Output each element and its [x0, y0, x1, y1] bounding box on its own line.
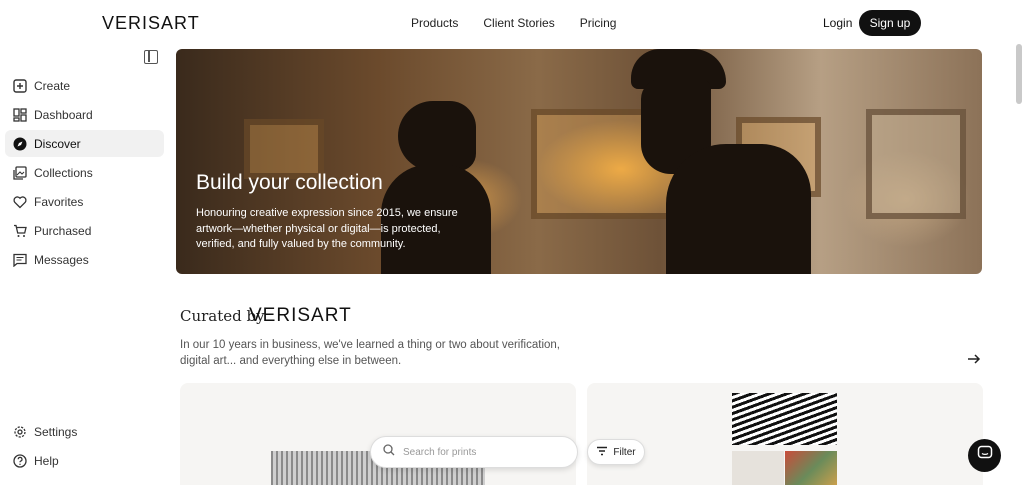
- verisart-logo[interactable]: VERISART: [102, 13, 200, 34]
- heart-icon: [13, 195, 27, 209]
- search-bar[interactable]: [370, 436, 578, 468]
- collection-card[interactable]: [180, 383, 576, 485]
- top-navigation: VERISART Products Client Stories Pricing…: [0, 0, 1024, 46]
- sidebar-item-purchased[interactable]: Purchased: [5, 217, 164, 244]
- filter-button[interactable]: Filter: [587, 439, 645, 465]
- sidebar-item-label: Settings: [34, 424, 78, 439]
- search-input[interactable]: [403, 446, 563, 458]
- hero-painting: [866, 109, 966, 219]
- hero-figure-woman: [398, 101, 476, 171]
- hero-figure-man-body: [666, 144, 811, 274]
- nav-client-stories[interactable]: Client Stories: [483, 16, 554, 30]
- sidebar-item-label: Messages: [34, 252, 89, 267]
- filter-icon: [596, 446, 608, 459]
- artwork-thumbnail: [732, 451, 784, 485]
- sidebar-item-label: Collections: [34, 165, 93, 180]
- hero-title: Build your collection: [196, 171, 383, 194]
- curated-description: In our 10 years in business, we've learn…: [180, 339, 560, 367]
- login-link[interactable]: Login: [823, 16, 852, 30]
- compass-icon: [13, 137, 27, 151]
- chat-icon: [977, 445, 993, 466]
- main-nav: Products Client Stories Pricing: [411, 16, 616, 30]
- sidebar-item-settings[interactable]: Settings: [5, 418, 164, 445]
- cart-icon: [13, 224, 27, 238]
- sidebar-item-label: Create: [34, 78, 71, 93]
- sidebar-item-messages[interactable]: Messages: [5, 246, 164, 273]
- sidebar-item-favorites[interactable]: Favorites: [5, 188, 164, 215]
- sidebar-item-label: Favorites: [34, 194, 84, 209]
- artwork-thumbnail: [732, 393, 837, 445]
- search-icon: [383, 443, 395, 461]
- collections-icon: [13, 165, 27, 180]
- signup-button[interactable]: Sign up: [859, 10, 921, 36]
- nav-pricing[interactable]: Pricing: [580, 16, 617, 30]
- hero-painting: [244, 119, 324, 179]
- sidebar-item-label: Purchased: [34, 223, 92, 238]
- gear-icon: [13, 425, 27, 439]
- sidebar-item-discover[interactable]: Discover: [5, 130, 164, 157]
- next-arrow-icon[interactable]: [965, 350, 983, 368]
- sidebar-item-collections[interactable]: Collections: [5, 159, 164, 186]
- dashboard-icon: [13, 107, 27, 122]
- help-icon: [13, 453, 27, 468]
- plus-square-icon: [13, 78, 27, 93]
- page-scrollbar[interactable]: [1016, 44, 1022, 104]
- chat-support-button[interactable]: [968, 439, 1001, 472]
- hero-description: Honouring creative expression since 2015…: [196, 207, 458, 250]
- filter-label: Filter: [613, 446, 636, 458]
- sidebar-item-label: Help: [34, 453, 59, 468]
- sidebar-item-dashboard[interactable]: Dashboard: [5, 101, 164, 128]
- hero-banner: Build your collection Honouring creative…: [176, 49, 982, 274]
- sidebar-toggle-icon[interactable]: [144, 50, 158, 64]
- nav-products[interactable]: Products: [411, 16, 458, 30]
- sidebar-item-label: Dashboard: [34, 107, 93, 122]
- collection-card[interactable]: [587, 383, 983, 485]
- curated-brand-logo: VERISART: [249, 305, 352, 326]
- sidebar-item-create[interactable]: Create: [5, 72, 164, 99]
- sidebar-item-label: Discover: [34, 136, 81, 151]
- sidebar-item-help[interactable]: Help: [5, 447, 164, 474]
- artwork-thumbnail: [785, 451, 837, 485]
- message-icon: [13, 253, 27, 267]
